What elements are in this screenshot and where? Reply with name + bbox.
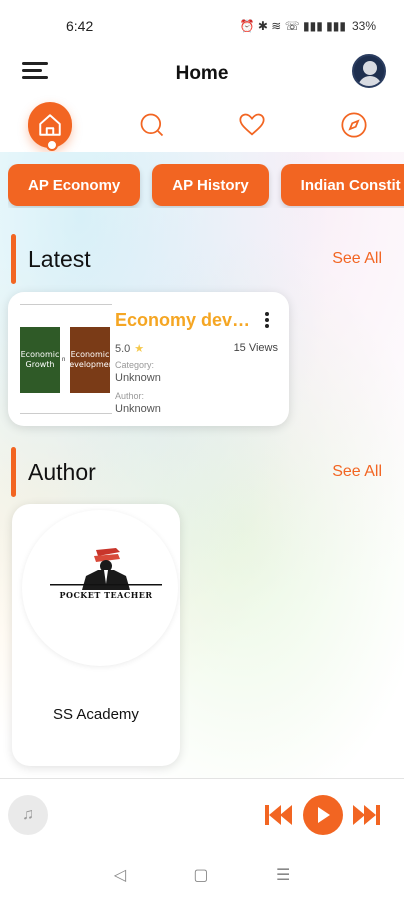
status-time: 6:42 xyxy=(66,18,94,34)
recents-icon[interactable]: ☰ xyxy=(276,865,290,885)
home-icon xyxy=(39,114,61,136)
tab-home[interactable] xyxy=(28,102,72,151)
latest-see-all-link[interactable]: See All xyxy=(332,250,382,268)
author-label: Author: xyxy=(115,391,145,401)
compass-icon xyxy=(341,112,367,138)
category-chip[interactable]: AP History xyxy=(152,164,269,206)
menu-icon[interactable] xyxy=(22,62,48,82)
author-card[interactable]: POCKET TEACHER SS Academy xyxy=(12,504,180,766)
music-player-bar: ♫ xyxy=(0,778,404,850)
status-indicator-icons: ⏰ ✱ ≋ ☏ ▮▮▮ ▮▮▮ xyxy=(239,19,346,33)
section-accent-bar xyxy=(11,234,16,284)
book-cover: Economic Growth n Economic Development xyxy=(20,304,117,414)
status-icons: ⏰ ✱ ≋ ☏ ▮▮▮ ▮▮▮ 33% xyxy=(240,19,376,33)
cover-right-panel: Economic Development xyxy=(63,327,117,393)
book-rating: 5.0 ★ xyxy=(115,342,145,356)
category-value: Unknown xyxy=(115,372,161,384)
logo-text: POCKET TEACHER xyxy=(59,590,153,600)
star-icon: ★ xyxy=(134,343,145,355)
page-title: Home xyxy=(175,63,229,84)
cover-left-panel: Economic Growth xyxy=(20,327,60,393)
tab-explore[interactable] xyxy=(332,102,376,148)
nav-tabs xyxy=(0,100,404,152)
category-label: Category: xyxy=(115,360,155,370)
previous-icon[interactable] xyxy=(263,797,293,833)
book-title: Economy deve... xyxy=(115,310,253,330)
section-accent-bar xyxy=(11,447,16,497)
book-views: 15 Views xyxy=(233,342,278,354)
battery-level: 33% xyxy=(351,19,376,33)
music-icon[interactable]: ♫ xyxy=(8,795,48,835)
author-name: SS Academy xyxy=(53,706,139,723)
tab-favorites[interactable] xyxy=(230,102,274,148)
section-title: Author xyxy=(28,459,96,485)
pocket-teacher-logo: POCKET TEACHER xyxy=(40,544,172,604)
tab-search[interactable] xyxy=(130,102,174,148)
home-button-icon[interactable]: ▢ xyxy=(193,865,208,885)
category-chip[interactable]: Indian Constit xyxy=(280,164,404,206)
search-icon xyxy=(140,113,164,137)
heart-icon xyxy=(239,113,265,136)
more-options-icon[interactable] xyxy=(264,312,270,330)
author-value: Unknown xyxy=(115,403,161,415)
category-chips: AP Economy AP History Indian Constit xyxy=(8,164,404,208)
category-chip[interactable]: AP Economy xyxy=(8,164,141,206)
rating-value: 5.0 xyxy=(115,342,131,355)
author-see-all-link[interactable]: See All xyxy=(332,463,382,481)
section-title: Latest xyxy=(28,246,91,272)
latest-section-header: Latest See All xyxy=(0,234,404,284)
book-card[interactable]: Economic Growth n Economic Development E… xyxy=(8,292,289,426)
profile-avatar[interactable] xyxy=(352,54,386,88)
play-button[interactable] xyxy=(303,795,343,835)
next-icon[interactable] xyxy=(352,797,382,833)
status-bar: 6:42 ⏰ ✱ ≋ ☏ ▮▮▮ ▮▮▮ 33% xyxy=(0,0,404,52)
author-section-header: Author See All xyxy=(0,447,404,497)
back-icon[interactable]: ◁ xyxy=(114,865,126,885)
system-navigation-bar: ◁ ▢ ☰ xyxy=(0,850,404,900)
top-app-bar: Home xyxy=(0,52,404,96)
play-icon xyxy=(318,807,330,823)
author-avatar: POCKET TEACHER xyxy=(22,510,178,666)
